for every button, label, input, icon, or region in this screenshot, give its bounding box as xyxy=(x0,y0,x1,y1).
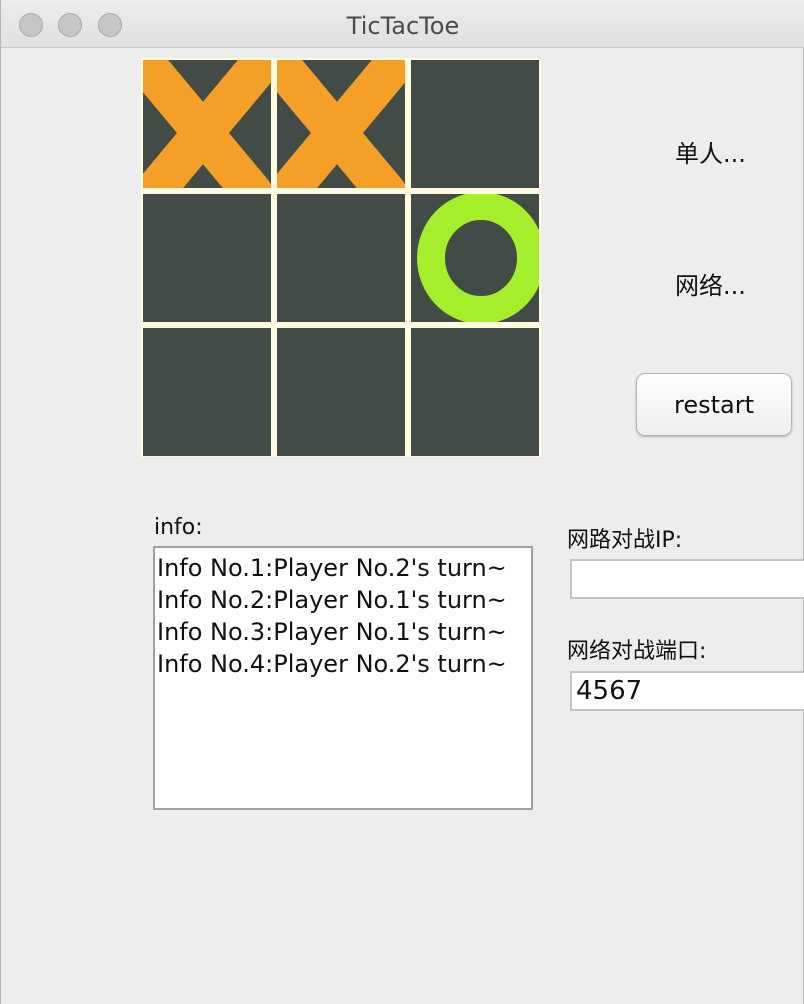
info-line: Info No.1:Player No.2's turn~ xyxy=(157,554,507,582)
board-cell[interactable] xyxy=(277,60,405,188)
o-mark-icon xyxy=(417,194,539,322)
window-title: TicTacToe xyxy=(346,12,460,40)
info-line: Info No.2:Player No.1's turn~ xyxy=(157,586,507,614)
info-label: info: xyxy=(154,515,203,540)
board-cell[interactable] xyxy=(143,194,271,322)
board-cell[interactable] xyxy=(411,194,539,322)
network-menu[interactable]: 网络... xyxy=(675,266,746,301)
port-label: 网络对战端口: xyxy=(567,639,707,664)
info-line: Info No.3:Player No.1's turn~ xyxy=(157,618,507,646)
ip-label: 网路对战IP: xyxy=(567,528,683,553)
board-cell[interactable] xyxy=(277,328,405,456)
board-cell[interactable] xyxy=(277,194,405,322)
x-mark-icon xyxy=(277,60,405,188)
game-board xyxy=(141,58,541,457)
info-log[interactable]: Info No.1:Player No.2's turn~ Info No.2:P… xyxy=(153,546,533,810)
board-cell[interactable] xyxy=(143,60,271,188)
single-player-menu[interactable]: 单人... xyxy=(675,134,746,169)
board-cell[interactable] xyxy=(143,328,271,456)
port-input[interactable]: 4567 xyxy=(570,671,804,711)
board-cell[interactable] xyxy=(411,60,539,188)
info-line: Info No.4:Player No.2's turn~ xyxy=(157,650,507,678)
board-cell[interactable] xyxy=(411,328,539,456)
restart-button[interactable]: restart xyxy=(636,373,792,436)
app-window: TicTacToe 单人... 网络... restart info: Info… xyxy=(0,0,804,1004)
ip-input[interactable] xyxy=(570,559,804,599)
x-mark-icon xyxy=(143,60,271,188)
title-bar: TicTacToe xyxy=(1,0,804,48)
